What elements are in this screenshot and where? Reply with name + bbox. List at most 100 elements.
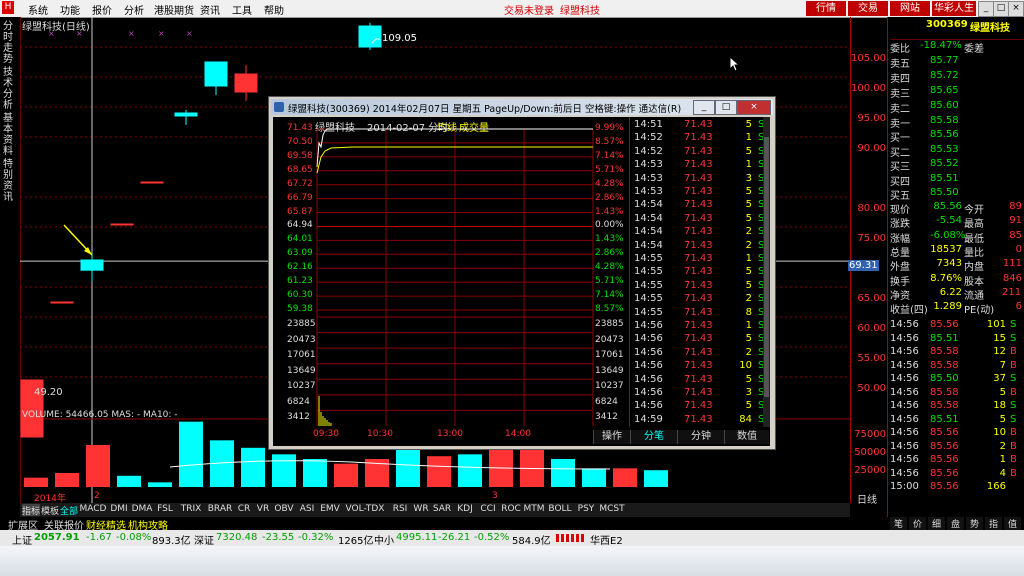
popup-tick-row: 14:54 71.43 5 S bbox=[630, 213, 775, 226]
sh-pct: -0.08% bbox=[116, 532, 152, 543]
tab-intraday[interactable]: 分时走势 bbox=[3, 21, 15, 65]
menu-help[interactable]: 帮助 bbox=[264, 2, 284, 17]
tick-price: 85.58 bbox=[930, 400, 959, 411]
taskbar bbox=[0, 546, 1024, 576]
popup-scrollbar[interactable] bbox=[763, 117, 770, 427]
sell-order-row: 卖五 85.77 bbox=[890, 55, 1023, 70]
menu-function[interactable]: 功能 bbox=[60, 2, 80, 17]
tick-time: 14:53 bbox=[634, 159, 663, 171]
tick-volume: 5 bbox=[999, 413, 1006, 425]
indicator-tab[interactable]: DMI bbox=[108, 504, 130, 516]
tick-volume: 5 bbox=[745, 199, 752, 211]
maximize-icon[interactable]: □ bbox=[993, 1, 1009, 17]
indicator-tabs: 指标 模板 全部 MACD DMI DMA FSL TRIX BRAR CR VR OBV ASI EMV… bbox=[20, 503, 850, 517]
trade-button[interactable]: 交易 bbox=[848, 1, 888, 16]
buy-level-price: 85.50 bbox=[930, 187, 959, 198]
tick-volume: 84 bbox=[739, 413, 752, 425]
low-price-label: 49.20 bbox=[34, 387, 63, 398]
indicator-tab[interactable]: VOL-TDX bbox=[342, 504, 388, 516]
right-panel-tab[interactable]: 指 bbox=[985, 517, 1002, 530]
stat-row: 换手 8.76% 股本 846 bbox=[890, 273, 1023, 288]
menu-tools[interactable]: 工具 bbox=[232, 2, 252, 17]
tick-side: B bbox=[1010, 427, 1017, 438]
right-panel-tab[interactable]: 价 bbox=[909, 517, 926, 530]
menu-system[interactable]: 系统 bbox=[28, 2, 48, 17]
tick-price: 71.43 bbox=[684, 145, 713, 157]
indicator-tab[interactable]: CCI bbox=[477, 504, 499, 516]
indicator-tab[interactable]: MTM bbox=[523, 504, 545, 516]
stat-row: 净资 6.22流通 2115 bbox=[890, 287, 1023, 302]
indicator-tab[interactable]: BRAR bbox=[206, 504, 234, 516]
tab-fundamentals[interactable]: 基本资料 bbox=[3, 113, 15, 157]
popup-tick-row: 14:53 71.43 5 S bbox=[630, 186, 775, 199]
tab-technical[interactable]: 技术分析 bbox=[3, 67, 15, 111]
close-icon[interactable]: × bbox=[1008, 1, 1024, 17]
website-button[interactable]: 网站 bbox=[890, 1, 930, 16]
popup-tick-row: 14:55 71.43 8 S bbox=[630, 307, 775, 320]
minimize-icon[interactable]: _ bbox=[978, 1, 994, 17]
popup-tab-minutes[interactable]: 分钟 bbox=[677, 430, 724, 444]
popup-tick-row: 14:56 71.43 5 S bbox=[630, 374, 775, 387]
indicator-tab[interactable]: VR bbox=[254, 504, 272, 516]
volume-label: VOLUME: 54466.05 MAS: - MA10: - bbox=[22, 410, 178, 420]
tab-special-news[interactable]: 特别资讯 bbox=[3, 159, 15, 203]
sell-level-price: 85.58 bbox=[930, 115, 959, 126]
huacai-button[interactable]: 华彩人生 bbox=[932, 1, 976, 16]
indicator-tab[interactable]: TRIX bbox=[177, 504, 205, 516]
menu-news[interactable]: 资讯 bbox=[200, 2, 220, 17]
stat-row: 现价 85.56 今开 89 bbox=[890, 201, 1023, 216]
popup-tick-list[interactable]: 14:51 71.43 5 S 14:52 71.43 1 S 14:52 71.43 5 S 14:5… bbox=[629, 117, 771, 427]
popup-tick-row: 14:54 71.43 2 S bbox=[630, 226, 775, 239]
indicator-tab[interactable]: OBV bbox=[273, 504, 295, 516]
popup-tick-row: 14:56 71.43 3 S bbox=[630, 387, 775, 400]
indicator-tab[interactable]: MCST bbox=[598, 504, 626, 516]
right-panel-tab[interactable]: 势 bbox=[966, 517, 983, 530]
buy-order-row: 买二 85.53 bbox=[890, 144, 1023, 159]
intraday-popup-window[interactable]: 绿盟科技(300369) 2014年02月07日 星期五 PageUp/Down… bbox=[268, 96, 776, 450]
menu-analysis[interactable]: 分析 bbox=[124, 2, 144, 17]
indicator-tab[interactable]: ROC bbox=[500, 504, 522, 516]
indicator-tab[interactable]: MACD bbox=[79, 504, 107, 516]
stat-label-2: 最低 bbox=[964, 233, 984, 245]
popup-maximize-icon[interactable]: □ bbox=[715, 100, 737, 115]
stat-label: 现价 bbox=[890, 205, 910, 216]
menu-quote[interactable]: 报价 bbox=[92, 2, 112, 17]
indicator-tab[interactable]: ASI bbox=[296, 504, 318, 516]
zx-change: -26.21 bbox=[438, 532, 471, 543]
sell-level-label: 卖一 bbox=[890, 119, 910, 130]
buy-order-row: 买一 85.56 bbox=[890, 129, 1023, 144]
indicator-tab[interactable]: KDJ bbox=[454, 504, 476, 516]
quote-button[interactable]: 行情 bbox=[806, 1, 846, 16]
indicator-tab[interactable]: WR bbox=[412, 504, 430, 516]
stat-row: 总量 18537 量比 0 bbox=[890, 244, 1023, 259]
indicator-tab[interactable]: FSL bbox=[154, 504, 176, 516]
indicator-tab[interactable]: DMA bbox=[131, 504, 153, 516]
indicator-tab[interactable]: 模板 bbox=[41, 504, 59, 517]
indicator-tab[interactable]: 指标 bbox=[22, 504, 40, 517]
trade-login-status[interactable]: 交易未登录 bbox=[504, 2, 554, 17]
popup-close-icon[interactable]: × bbox=[737, 100, 771, 115]
tick-time: 15:00 bbox=[890, 481, 919, 492]
right-panel-tab[interactable]: 笔 bbox=[890, 517, 907, 530]
indicator-tab[interactable]: CR bbox=[235, 504, 253, 516]
popup-title-bar[interactable]: 绿盟科技(300369) 2014年02月07日 星期五 PageUp/Down… bbox=[271, 99, 773, 115]
indicator-tab[interactable]: BOLL bbox=[546, 504, 574, 516]
popup-tab-ticks[interactable]: 分笔 bbox=[630, 430, 677, 444]
indicator-tab[interactable]: PSY bbox=[575, 504, 597, 516]
popup-tab-operate[interactable]: 操作 bbox=[593, 430, 630, 444]
tick-volume: 3 bbox=[745, 172, 752, 184]
menu-hk-futures[interactable]: 港股期货 bbox=[154, 2, 194, 17]
indicator-tab[interactable]: EMV bbox=[319, 504, 341, 516]
popup-minimize-icon[interactable]: _ bbox=[693, 100, 715, 115]
candle-body bbox=[234, 73, 258, 93]
right-panel-tab[interactable]: 盘 bbox=[947, 517, 964, 530]
sell-level-label: 卖四 bbox=[890, 74, 910, 85]
indicator-tab[interactable]: SAR bbox=[431, 504, 453, 516]
right-panel-tab[interactable]: 细 bbox=[928, 517, 945, 530]
right-panel-tab[interactable]: 值 bbox=[1004, 517, 1021, 530]
period-label[interactable]: 日线 bbox=[857, 491, 877, 506]
indicator-tab[interactable]: 全部 bbox=[60, 504, 78, 517]
tick-side: S bbox=[1010, 319, 1017, 330]
indicator-tab[interactable]: RSI bbox=[389, 504, 411, 516]
popup-tab-values[interactable]: 数值 bbox=[724, 430, 769, 444]
